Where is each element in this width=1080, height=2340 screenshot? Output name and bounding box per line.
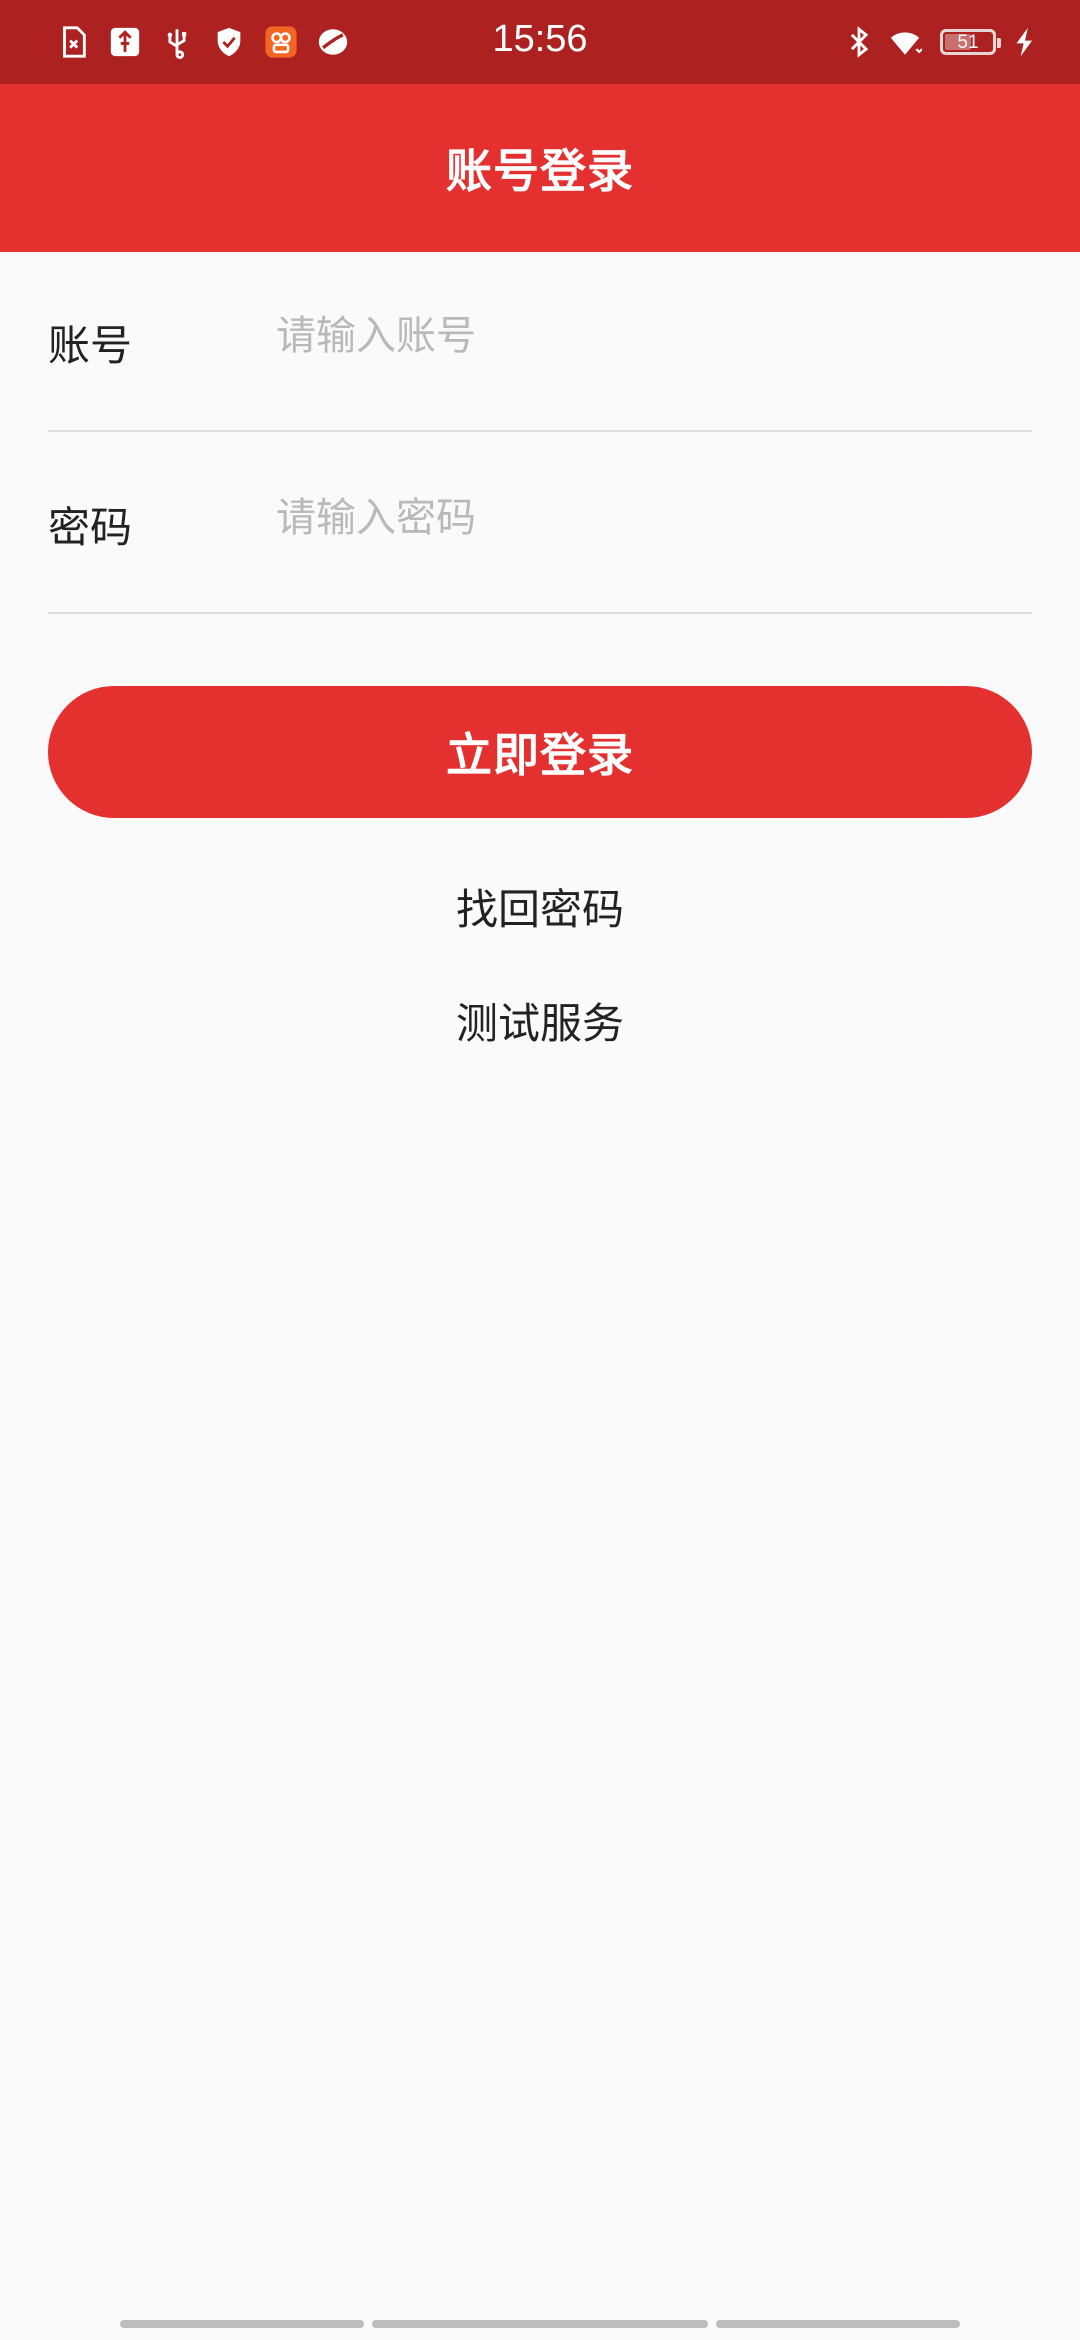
charging-icon <box>1008 25 1042 59</box>
status-bar: 15:56 51 <box>0 0 1080 84</box>
status-right-icons: 51 <box>842 22 1042 62</box>
test-service-link[interactable]: 测试服务 <box>0 990 1080 1051</box>
password-row: 密码 <box>48 434 1032 614</box>
password-label: 密码 <box>48 503 133 552</box>
gesture-bar-center[interactable] <box>372 2320 708 2328</box>
wifi-icon <box>888 25 922 59</box>
gesture-bar-left[interactable] <box>120 2320 364 2328</box>
account-label: 账号 <box>48 321 133 370</box>
login-button[interactable]: 立即登录 <box>48 686 1032 818</box>
account-input[interactable] <box>276 304 1016 368</box>
gesture-bar-right[interactable] <box>716 2320 960 2328</box>
password-input[interactable] <box>276 486 1016 550</box>
account-row: 账号 <box>48 252 1032 432</box>
page-title: 账号登录 <box>446 144 634 198</box>
bluetooth-icon <box>842 25 876 59</box>
forgot-password-link[interactable]: 找回密码 <box>0 876 1080 937</box>
battery-level: 51 <box>957 31 979 53</box>
app-bar: 账号登录 <box>0 84 1080 252</box>
battery-icon: 51 <box>940 29 1001 55</box>
